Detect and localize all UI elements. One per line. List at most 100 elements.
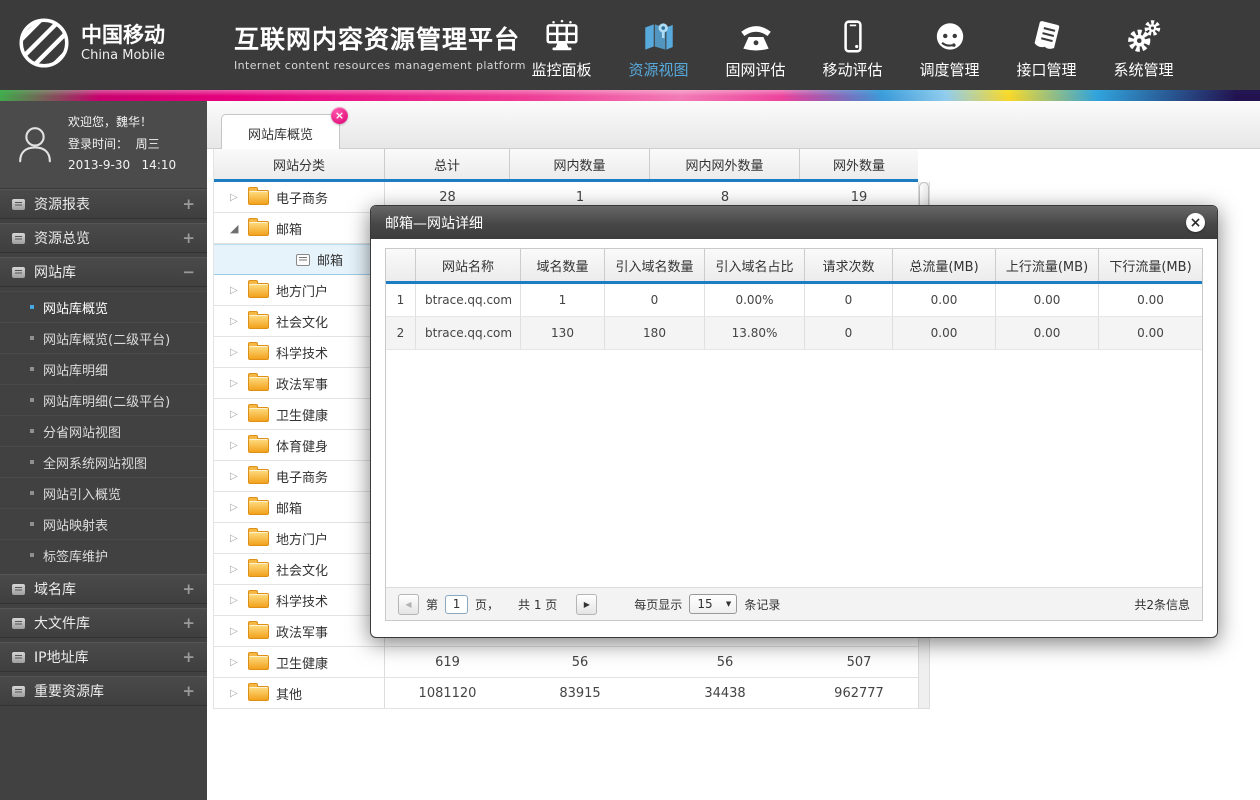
collapse-arrow-icon[interactable]: ▷ — [230, 471, 241, 482]
sidebar-item-website-detail[interactable]: 网站库明细 — [0, 353, 207, 384]
collapse-arrow-icon[interactable]: ▷ — [230, 564, 241, 575]
nav-system-management[interactable]: 系统管理 — [1095, 9, 1192, 80]
page-subtitle: Internet content resources management pl… — [234, 59, 526, 72]
col-header-total-traffic: 总流量(MB) — [893, 249, 996, 281]
sidebar-item-website-overview-l2[interactable]: 网站库概览(二级平台) — [0, 322, 207, 353]
modal-table-empty-area — [386, 350, 1202, 587]
tab-website-overview[interactable]: 网站库概览 × — [221, 107, 349, 151]
folder-icon — [248, 527, 269, 546]
nav-monitor-panel[interactable]: 监控面板 — [513, 9, 610, 80]
group-label: 大文件库 — [34, 616, 90, 632]
col-header-import-ratio: 引入域名占比 — [705, 249, 805, 281]
sidebar-item-website-mapping[interactable]: 网站映射表 — [0, 508, 207, 539]
group-label: 资源总览 — [34, 231, 90, 247]
collapse-arrow-icon[interactable]: ▷ — [230, 626, 241, 637]
col-header-inout: 网内网外数量 — [650, 149, 800, 179]
sidebar-group-important-resources[interactable]: 重要资源库 + — [0, 676, 207, 706]
modal-table-row[interactable]: 1 btrace.qq.com 1 0 0.00% 0 0.00 0.00 0.… — [386, 284, 1202, 317]
tab-close-icon[interactable]: × — [331, 107, 349, 124]
collapse-arrow-icon[interactable]: ▷ — [230, 595, 241, 606]
total-pages-label: 共 1 页 — [518, 597, 558, 612]
col-header-outnet: 网外数量 — [832, 158, 885, 174]
folder-icon — [248, 403, 269, 422]
collapse-arrow-icon[interactable]: ▷ — [230, 533, 241, 544]
main-nav: 监控面板 资源视图 固网评估 移动评估 调度管理 接口管理 系统管理 — [513, 9, 1192, 80]
close-icon[interactable]: × — [1186, 213, 1205, 232]
nav-resource-view[interactable]: 资源视图 — [610, 9, 707, 80]
sidebar-group-ip-library[interactable]: IP地址库 + — [0, 642, 207, 672]
document-list-icon — [1028, 12, 1066, 56]
collapse-arrow-icon[interactable]: ▷ — [230, 316, 241, 327]
expand-arrow-icon[interactable]: ◢ — [230, 222, 241, 235]
nav-interface-management[interactable]: 接口管理 — [998, 9, 1095, 80]
folder-icon — [248, 341, 269, 360]
gears-icon — [1125, 12, 1163, 56]
page-number-input[interactable]: 1 — [445, 594, 469, 614]
plus-icon: + — [182, 682, 195, 700]
monitor-icon — [543, 12, 581, 56]
collapse-arrow-icon[interactable]: ▷ — [230, 688, 241, 699]
page-title: 互联网内容资源管理平台 — [234, 25, 521, 54]
per-page-label: 每页显示 — [634, 597, 683, 612]
phone-icon — [737, 12, 775, 56]
tab-label: 网站库概览 — [248, 127, 314, 143]
operator-headset-icon — [931, 12, 969, 56]
nav-fixed-network-eval[interactable]: 固网评估 — [707, 9, 804, 80]
login-time-label: 登录时间： 周三 — [68, 136, 160, 151]
decorative-ribbon — [0, 90, 1260, 101]
sidebar-group-big-file-library[interactable]: 大文件库 + — [0, 608, 207, 638]
nav-dispatch-management[interactable]: 调度管理 — [901, 9, 998, 80]
mobile-icon — [834, 12, 872, 56]
bullet-icon — [30, 367, 34, 371]
sidebar-item-province-view[interactable]: 分省网站视图 — [0, 415, 207, 446]
plus-icon: + — [182, 580, 195, 598]
collapse-arrow-icon[interactable]: ▷ — [230, 285, 241, 296]
folder-icon — [248, 558, 269, 577]
col-header-import-domain-count: 引入域名数量 — [605, 249, 705, 281]
website-detail-modal: 邮箱—网站详细 × 网站名称 域名数量 引入域名数量 引入域名占比 请求次数 总… — [370, 205, 1218, 638]
folder-icon — [248, 589, 269, 608]
plus-icon: + — [182, 648, 195, 666]
sidebar-item-whole-network-view[interactable]: 全网系统网站视图 — [0, 446, 207, 477]
pagination-bar: ◀ 第 1 页， 共 1 页 ▶ 每页显示 15 ▼ 条记录 共2条信息 — [386, 587, 1202, 620]
sidebar-group-domain-library[interactable]: 域名库 + — [0, 574, 207, 604]
note-icon — [12, 198, 25, 210]
sidebar-group-website-library[interactable]: 网站库 − — [0, 257, 207, 287]
logo-text-en: China Mobile — [81, 47, 165, 63]
bullet-icon — [30, 305, 34, 309]
table-row[interactable]: ▷ 其他 1081120 83915 34438 962777 — [214, 678, 918, 709]
page-suffix-label: 页， — [475, 597, 500, 612]
per-page-select[interactable]: 15 ▼ — [689, 594, 738, 614]
china-mobile-logo: 中国移动 China Mobile — [16, 15, 165, 71]
group-label: 重要资源库 — [34, 684, 104, 700]
collapse-arrow-icon[interactable]: ▷ — [230, 378, 241, 389]
sidebar-group-resource-overview[interactable]: 资源总览 + — [0, 223, 207, 253]
collapse-arrow-icon[interactable]: ▷ — [230, 502, 241, 513]
sidebar-group-resource-reports[interactable]: 资源报表 + — [0, 189, 207, 219]
sidebar-item-website-detail-l2[interactable]: 网站库明细(二级平台) — [0, 384, 207, 415]
collapse-arrow-icon[interactable]: ▷ — [230, 440, 241, 451]
nav-label: 系统管理 — [1113, 61, 1174, 79]
table-row[interactable]: ▷ 卫生健康 619 56 56 507 — [214, 647, 918, 678]
nav-mobile-eval[interactable]: 移动评估 — [804, 9, 901, 80]
collapse-arrow-icon[interactable]: ▷ — [230, 409, 241, 420]
bullet-icon — [30, 460, 34, 464]
col-header-index — [386, 249, 416, 281]
collapse-arrow-icon[interactable]: ▷ — [230, 192, 241, 203]
prev-page-button[interactable]: ◀ — [398, 593, 419, 615]
collapse-arrow-icon[interactable]: ▷ — [230, 347, 241, 358]
user-panel: 欢迎您，魏华！ 登录时间： 周三 2013-9-30 14:10 — [0, 101, 207, 189]
modal-table-row[interactable]: 2 btrace.qq.com 130 180 13.80% 0 0.00 0.… — [386, 317, 1202, 350]
bullet-icon — [30, 336, 34, 340]
folder-icon — [248, 434, 269, 453]
note-icon — [12, 651, 25, 663]
sidebar-item-tag-library[interactable]: 标签库维护 — [0, 539, 207, 570]
col-header-up-traffic: 上行流量(MB) — [996, 249, 1099, 281]
sidebar-item-website-import-overview[interactable]: 网站引入概览 — [0, 477, 207, 508]
note-icon — [12, 266, 25, 278]
next-page-button[interactable]: ▶ — [576, 593, 598, 615]
collapse-arrow-icon[interactable]: ▷ — [230, 657, 241, 668]
plus-icon: + — [182, 614, 195, 632]
col-header-site-name: 网站名称 — [416, 249, 521, 281]
sidebar-item-website-overview[interactable]: 网站库概览 — [0, 291, 207, 322]
